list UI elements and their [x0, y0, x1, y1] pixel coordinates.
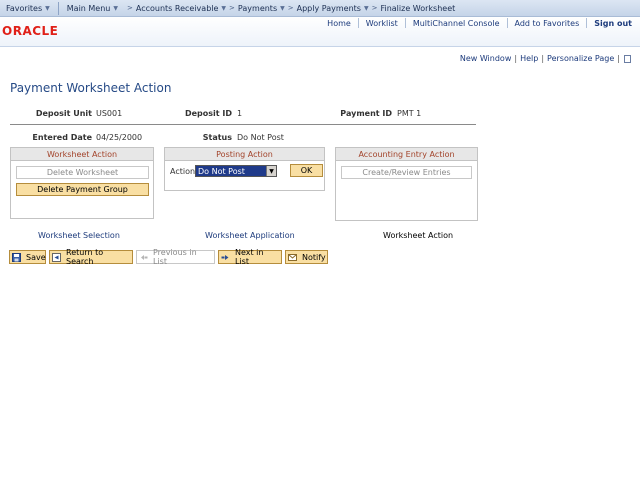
create-review-entries-button[interactable]: Create/Review Entries	[341, 166, 472, 179]
save-button[interactable]: Save	[9, 250, 46, 264]
main-menu[interactable]: Main Menu ▼	[61, 0, 124, 17]
return-arrow-icon	[52, 252, 61, 262]
breadcrumb-arrow-icon: >	[287, 4, 294, 12]
tab-worksheet-selection[interactable]: Worksheet Selection	[38, 231, 120, 240]
next-in-list-label: Next in List	[235, 248, 264, 266]
utility-links: New Window | Help | Personalize Page |	[457, 54, 631, 63]
nav-divider	[57, 1, 59, 15]
payment-id-value: PMT 1	[397, 109, 422, 118]
delete-payment-group-button[interactable]: Delete Payment Group	[16, 183, 149, 196]
deposit-id-value: 1	[237, 109, 243, 118]
previous-in-list-button[interactable]: Previous in List	[136, 248, 215, 266]
worksheet-action-title: Worksheet Action	[11, 148, 153, 161]
envelope-icon	[288, 253, 297, 262]
return-to-search-label: Return to Search	[66, 248, 104, 266]
chevron-down-icon: ▼	[45, 4, 50, 12]
add-to-favorites-link[interactable]: Add to Favorites	[508, 19, 587, 28]
breadcrumb: > Accounts Receivable ▼ > Payments ▼ > A…	[124, 0, 461, 17]
previous-in-list-label: Previous in List	[153, 248, 197, 266]
return-to-search-button[interactable]: Return to Search	[49, 248, 133, 266]
notify-button[interactable]: Notify	[285, 250, 328, 264]
breadcrumb-arrow-icon: >	[371, 4, 378, 12]
save-icon	[12, 252, 21, 262]
chevron-down-icon: ▼	[113, 4, 118, 12]
action-select[interactable]: Do Not Post ▼	[195, 165, 277, 177]
breadcrumb-item-apply-payments[interactable]: Apply Payments	[297, 4, 361, 13]
personalize-page-link[interactable]: Personalize Page	[544, 54, 617, 63]
ok-button[interactable]: OK	[290, 164, 323, 177]
chevron-down-icon[interactable]: ▼	[266, 166, 276, 176]
sign-out-link[interactable]: Sign out	[587, 19, 632, 28]
status-label: Status	[202, 133, 232, 142]
home-link[interactable]: Home	[320, 19, 358, 28]
favorites-menu[interactable]: Favorites ▼	[0, 0, 56, 17]
action-label: Action:	[170, 167, 198, 176]
tab-worksheet-application[interactable]: Worksheet Application	[205, 231, 295, 240]
window-icon[interactable]	[624, 54, 631, 63]
breadcrumb-item-accounts-receivable[interactable]: Accounts Receivable	[136, 4, 219, 13]
accounting-entry-action-title: Accounting Entry Action	[336, 148, 477, 161]
action-select-value: Do Not Post	[198, 166, 245, 176]
top-nav-bar: Favorites ▼ Main Menu ▼ > Accounts Recei…	[0, 0, 640, 17]
new-window-link[interactable]: New Window	[457, 54, 515, 63]
entered-date-value: 04/25/2000	[96, 133, 143, 142]
notify-label: Notify	[302, 252, 326, 262]
header: ORACLE Home Worklist MultiChannel Consol…	[0, 17, 640, 47]
deposit-unit-label: Deposit Unit	[35, 109, 92, 118]
main-menu-label: Main Menu	[66, 3, 111, 13]
divider	[10, 124, 476, 125]
worklist-link[interactable]: Worklist	[359, 19, 405, 28]
breadcrumb-item-finalize-worksheet: Finalize Worksheet	[380, 3, 456, 13]
oracle-logo: ORACLE	[2, 24, 59, 38]
help-link[interactable]: Help	[517, 54, 541, 63]
chevron-down-icon[interactable]: ▼	[280, 5, 285, 12]
next-in-list-button[interactable]: Next in List	[218, 248, 282, 266]
link-separator: |	[617, 54, 620, 63]
tab-worksheet-action: Worksheet Action	[383, 231, 454, 240]
deposit-unit-value: US001	[96, 109, 123, 118]
delete-worksheet-button[interactable]: Delete Worksheet	[16, 166, 149, 179]
deposit-id-label: Deposit ID	[184, 109, 232, 118]
page-title: Payment Worksheet Action	[10, 81, 172, 95]
breadcrumb-arrow-icon: >	[127, 4, 133, 12]
next-arrow-icon	[221, 253, 230, 262]
breadcrumb-arrow-icon: >	[229, 4, 235, 12]
breadcrumb-item-payments[interactable]: Payments	[238, 4, 277, 13]
posting-action-title: Posting Action	[165, 148, 324, 161]
save-label: Save	[26, 252, 46, 262]
payment-id-label: Payment ID	[340, 109, 392, 118]
status-value: Do Not Post	[237, 133, 284, 142]
header-links: Home Worklist MultiChannel Console Add t…	[320, 18, 632, 28]
previous-arrow-icon	[139, 253, 148, 262]
chevron-down-icon[interactable]: ▼	[364, 5, 369, 12]
multichannel-console-link[interactable]: MultiChannel Console	[406, 19, 507, 28]
favorites-label: Favorites	[6, 3, 43, 13]
chevron-down-icon[interactable]: ▼	[221, 5, 226, 12]
accounting-entry-action-group: Accounting Entry Action	[335, 147, 478, 221]
entered-date-label: Entered Date	[32, 133, 92, 142]
